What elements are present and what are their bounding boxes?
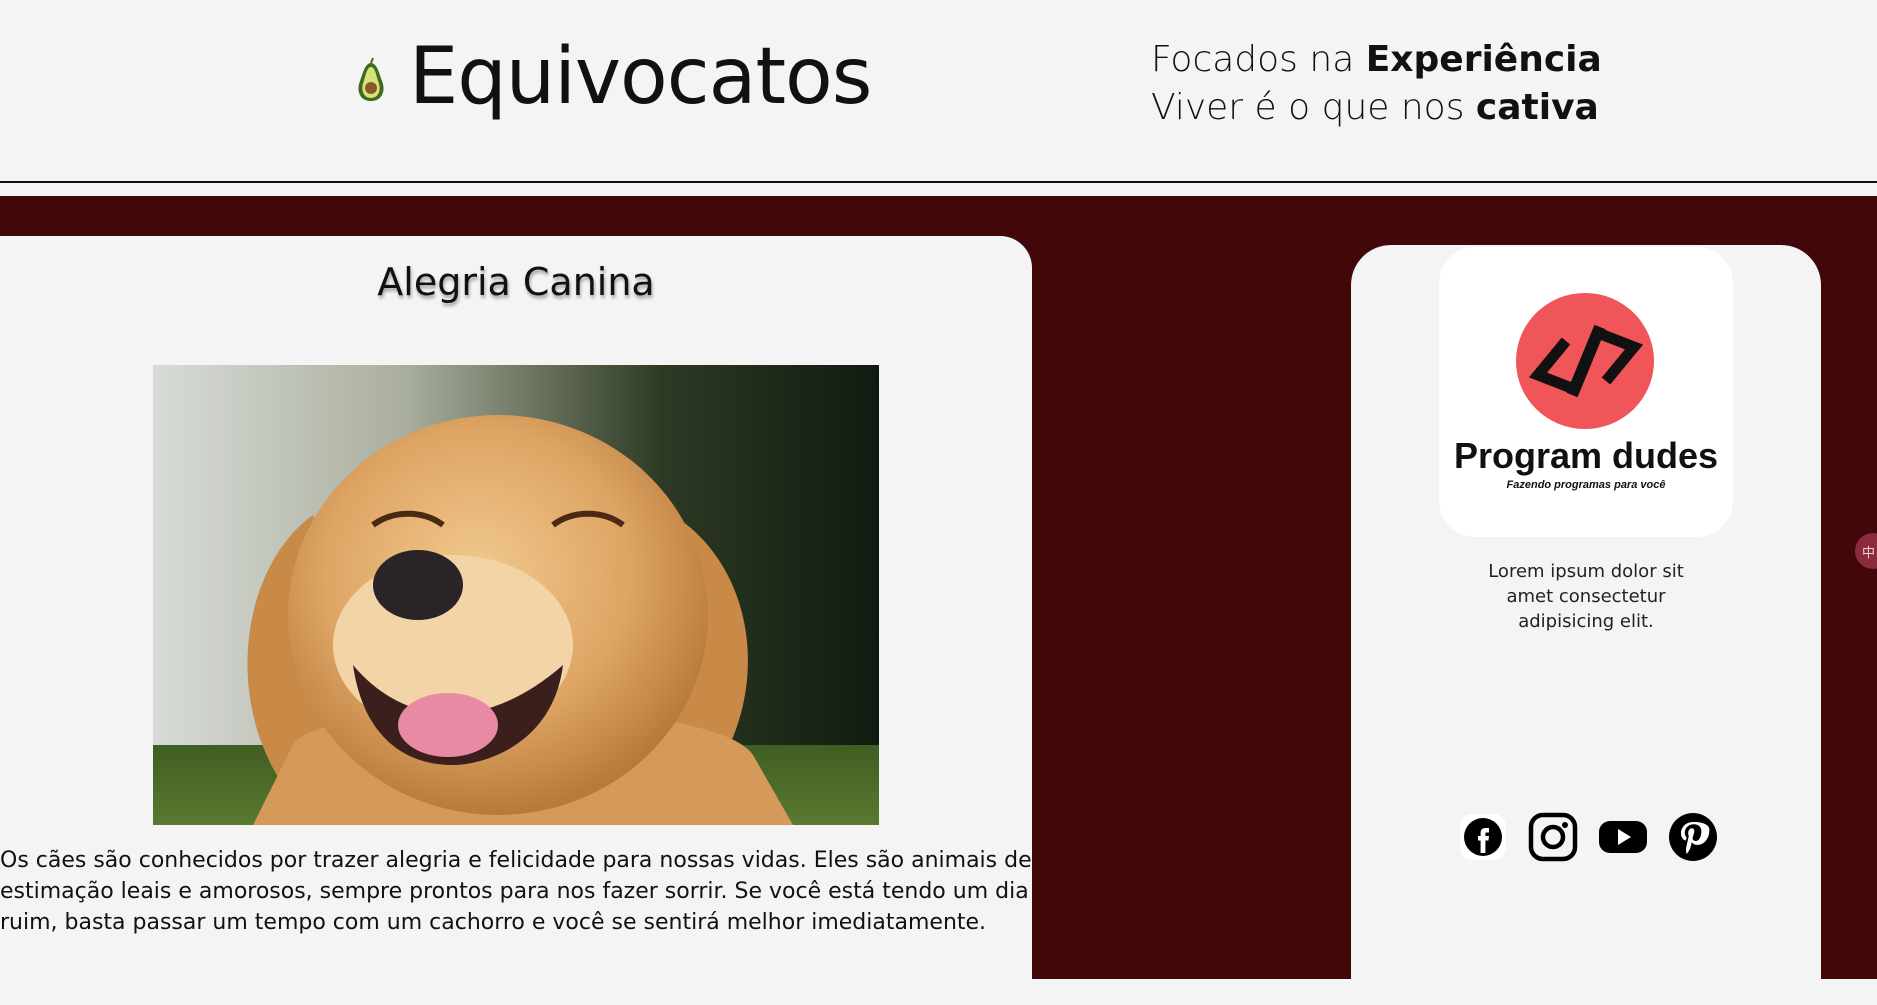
- article-card: Alegria Canina Os cães são conhecidos po…: [0, 236, 1032, 996]
- site-header: Equivocatos Focados na Experiência Viver…: [0, 0, 1877, 183]
- sidebar-card: Program dudes Fazendo programas para voc…: [1351, 245, 1821, 1005]
- site-title: Equivocatos: [409, 32, 872, 122]
- article-title: Alegria Canina: [377, 260, 655, 304]
- tagline-line-1-emphasis: Experiência: [1365, 39, 1602, 80]
- tagline-line-2: Viver é o que nos cativa: [1151, 84, 1602, 132]
- tagline: Focados na Experiência Viver é o que nos…: [1151, 36, 1602, 132]
- logo-name: Program dudes: [1453, 435, 1719, 476]
- tagline-line-2-text: Viver é o que nos: [1151, 87, 1476, 128]
- tagline-line-1: Focados na Experiência: [1151, 36, 1602, 84]
- facebook-icon[interactable]: [1458, 812, 1508, 862]
- article-body: Os cães são conhecidos por trazer alegri…: [0, 848, 1032, 935]
- pinterest-icon[interactable]: [1668, 812, 1718, 862]
- header-divider: [0, 181, 1877, 183]
- tagline-line-1-text: Focados na: [1151, 39, 1366, 80]
- logo-slogan: Fazendo programas para você: [1506, 479, 1666, 491]
- golden-retriever-photo: [153, 365, 879, 825]
- floating-widget-icon[interactable]: 中: [1855, 533, 1877, 569]
- tagline-line-2-emphasis: cativa: [1475, 87, 1599, 128]
- avocado-icon: [358, 57, 384, 101]
- instagram-icon[interactable]: [1528, 812, 1578, 862]
- brand[interactable]: Equivocatos: [355, 32, 872, 122]
- youtube-icon[interactable]: [1598, 812, 1648, 862]
- sidebar-text: Lorem ipsum dolor sit amet consectetur a…: [1488, 561, 1684, 632]
- main-content: Alegria Canina Os cães são conhecidos po…: [0, 196, 1877, 1005]
- social-links: [1458, 812, 1718, 862]
- code-icon: [1528, 324, 1644, 398]
- program-dudes-logo[interactable]: Program dudes Fazendo programas para voc…: [1439, 247, 1733, 537]
- logo-circle: [1516, 293, 1654, 429]
